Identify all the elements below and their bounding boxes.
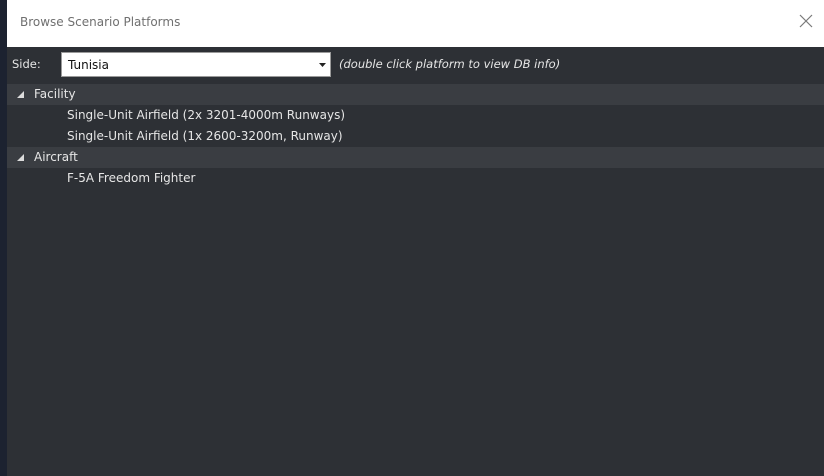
- dropdown-arrow-icon[interactable]: [315, 53, 330, 76]
- platform-tree: Facility Single-Unit Airfield (2x 3201-4…: [7, 84, 824, 189]
- close-button[interactable]: [791, 7, 821, 37]
- tree-item-platform[interactable]: Single-Unit Airfield (1x 2600-3200m, Run…: [7, 126, 824, 147]
- title-bar[interactable]: Browse Scenario Platforms: [7, 0, 824, 47]
- expanded-triangle-icon[interactable]: [16, 90, 26, 100]
- tree-group-label: Aircraft: [34, 150, 78, 164]
- side-dropdown-value: Tunisia: [68, 58, 109, 72]
- browse-scenario-platforms-dialog: Browse Scenario Platforms Side: Tunisia …: [7, 0, 824, 476]
- tree-item-platform[interactable]: F-5A Freedom Fighter: [7, 168, 824, 189]
- window-title: Browse Scenario Platforms: [20, 15, 181, 29]
- background-app-edge: [0, 0, 7, 476]
- tree-group-facility[interactable]: Facility: [7, 84, 824, 105]
- tree-item-platform[interactable]: Single-Unit Airfield (2x 3201-4000m Runw…: [7, 105, 824, 126]
- tree-group-aircraft[interactable]: Aircraft: [7, 147, 824, 168]
- close-icon: [799, 14, 813, 28]
- tree-item-label: Single-Unit Airfield (2x 3201-4000m Runw…: [67, 108, 346, 122]
- tree-item-label: Single-Unit Airfield (1x 2600-3200m, Run…: [67, 129, 343, 143]
- side-selector-bar: Side: Tunisia (double click platform to …: [7, 52, 824, 78]
- expanded-triangle-icon[interactable]: [16, 153, 26, 163]
- tree-item-label: F-5A Freedom Fighter: [67, 171, 196, 185]
- app-root: Browse Scenario Platforms Side: Tunisia …: [0, 0, 824, 476]
- side-dropdown[interactable]: Tunisia: [61, 52, 331, 77]
- hint-text: (double click platform to view DB info): [339, 57, 561, 71]
- side-label: Side:: [12, 57, 41, 71]
- tree-group-label: Facility: [34, 87, 76, 101]
